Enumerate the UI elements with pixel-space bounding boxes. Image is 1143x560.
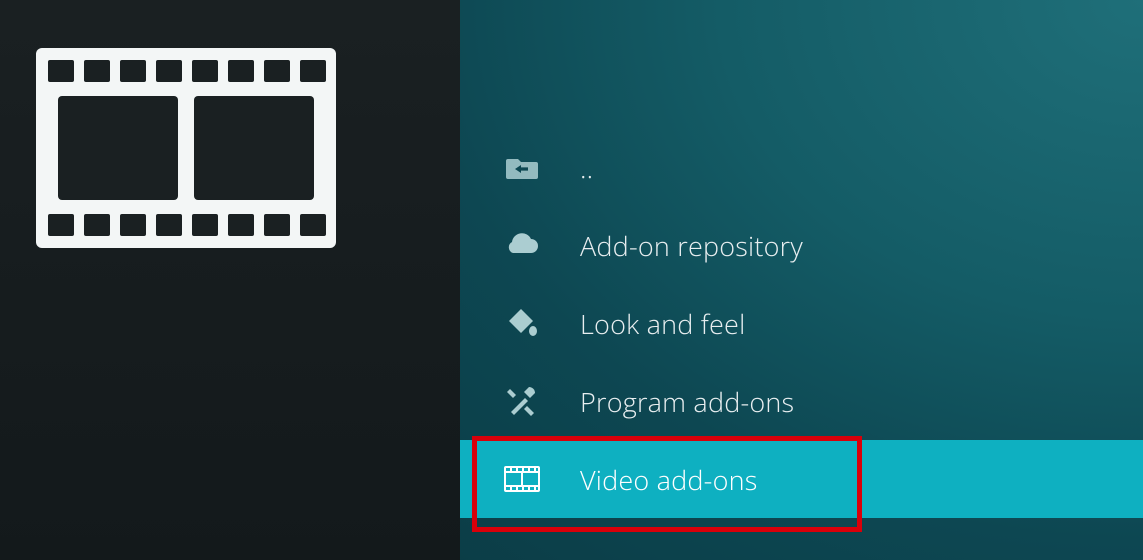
tools-icon [504, 383, 540, 419]
category-list: .. Add-on repository Look and feel [460, 128, 1143, 518]
list-item-label: Look and feel [580, 305, 745, 342]
main-panel: .. Add-on repository Look and feel [460, 0, 1143, 560]
list-item-label: Add-on repository [580, 227, 803, 264]
paint-bucket-icon [504, 305, 540, 341]
list-item-look-and-feel[interactable]: Look and feel [460, 284, 1143, 362]
film-icon [36, 48, 460, 248]
folder-back-icon [504, 149, 540, 185]
list-item-label: Video add-ons [580, 461, 758, 498]
sidebar [0, 0, 460, 560]
list-item-label: Program add-ons [580, 383, 794, 420]
list-item-video-addons[interactable]: Video add-ons [460, 440, 1143, 518]
list-item-label: .. [580, 149, 593, 186]
list-item-addon-repository[interactable]: Add-on repository [460, 206, 1143, 284]
cloud-icon [504, 227, 540, 263]
list-item-program-addons[interactable]: Program add-ons [460, 362, 1143, 440]
list-item-parent[interactable]: .. [460, 128, 1143, 206]
film-small-icon [504, 461, 540, 497]
